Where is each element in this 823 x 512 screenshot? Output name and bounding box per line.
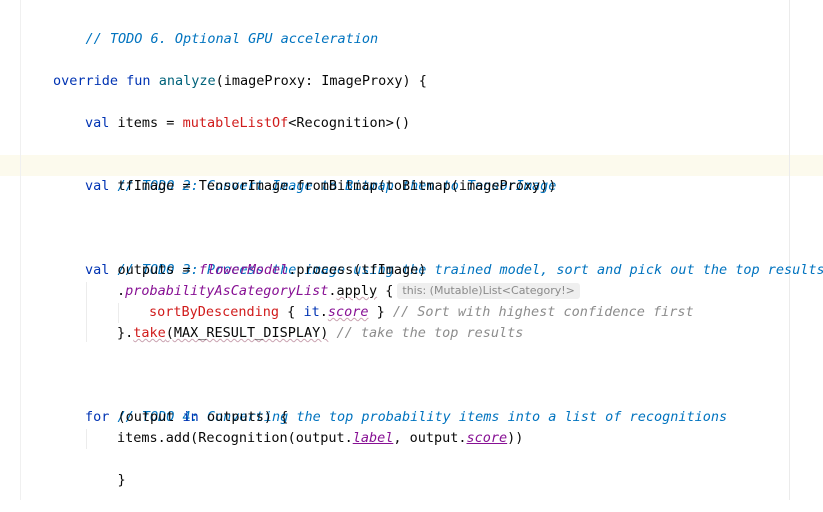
sort-comment: // Sort with highest confidence first: [392, 304, 694, 320]
keyword-it: it: [303, 304, 320, 320]
code-line-outputs[interactable]: val outputs = flowerModel.process(tfImag…: [85, 260, 426, 281]
flower-model-ref: flowerModel: [198, 262, 289, 278]
keyword-val: val: [85, 262, 110, 278]
code-line-analyze[interactable]: override fun analyze(imageProxy: ImagePr…: [53, 71, 427, 92]
code-line-apply[interactable]: .probabilityAsCategoryList.apply {this: …: [117, 281, 580, 302]
mutable-list-call: mutableListOf: [182, 115, 289, 131]
score-prop: score: [466, 430, 508, 446]
code-line-tfimage[interactable]: val tfImage = TensorImage.fromBitmap(toB…: [85, 176, 556, 197]
sort-open: {: [279, 304, 304, 320]
score-prop: score: [327, 304, 369, 320]
code-line-close[interactable]: }: [85, 449, 126, 488]
outputs-declaration: outputs =: [117, 262, 199, 278]
take-brace: }.: [117, 325, 134, 341]
indent-guide: [118, 303, 119, 323]
keyword-for: for: [85, 409, 110, 425]
code-line-todo2[interactable]: // TODO 2: Convert Image to Bitmap then …: [85, 155, 557, 194]
code-line-items[interactable]: val items = mutableListOf<Recognition>(): [85, 113, 410, 134]
add-end: )): [507, 430, 524, 446]
add-start: items.add(Recognition(output.: [117, 430, 353, 446]
code-line-todo3[interactable]: // TODO 3: Process the image using the t…: [85, 239, 823, 278]
tfimage-declaration: tfImage = TensorImage.fromBitmap(toBitma…: [117, 178, 557, 194]
todo-comment: // TODO 6. Optional GPU acceleration: [85, 31, 379, 47]
sort-call: sortByDescending: [149, 304, 280, 320]
apply-brace: {: [377, 283, 394, 299]
type-inlay-hint: this: (Mutable)List<Category!>: [397, 283, 580, 299]
dot: .: [117, 283, 126, 299]
code-line-for[interactable]: for (output in outputs) {: [85, 407, 288, 428]
code-line-add[interactable]: items.add(Recognition(output.label, outp…: [117, 428, 523, 449]
code-line-sort[interactable]: sortByDescending { it.score } // Sort wi…: [149, 302, 694, 323]
keyword-in: in: [182, 409, 199, 425]
add-mid: , output.: [393, 430, 467, 446]
take-call: take: [133, 325, 166, 341]
for-open: (output: [109, 409, 183, 425]
code-line-todo4[interactable]: // TODO 4: Converting the top probabilit…: [85, 386, 728, 425]
dot: .: [319, 304, 328, 320]
process-call: .process(tfImage): [288, 262, 427, 278]
keyword-fun: fun: [126, 73, 151, 89]
probability-list-prop: probabilityAsCategoryList: [125, 283, 329, 299]
sort-close: }: [368, 304, 393, 320]
for-rest: outputs) {: [198, 409, 289, 425]
keyword-val: val: [85, 115, 110, 131]
function-signature: (imageProxy: ImageProxy) {: [215, 73, 427, 89]
code-line-todo6[interactable]: // TODO 6. Optional GPU acceleration: [53, 8, 379, 47]
keyword-override: override: [53, 73, 119, 89]
keyword-val: val: [85, 178, 110, 194]
take-comment: // take the top results: [328, 325, 524, 341]
code-line-take[interactable]: }.take(MAX_RESULT_DISPLAY) // take the t…: [117, 323, 523, 344]
take-args: (MAX_RESULT_DISPLAY): [165, 325, 329, 341]
label-prop: label: [352, 430, 394, 446]
apply-call: apply: [336, 283, 378, 299]
closing-brace: }: [117, 472, 126, 488]
gutter-divider: [20, 0, 21, 500]
function-name: analyze: [158, 73, 216, 89]
items-type: <Recognition>(): [288, 115, 411, 131]
items-declaration: items =: [117, 115, 183, 131]
